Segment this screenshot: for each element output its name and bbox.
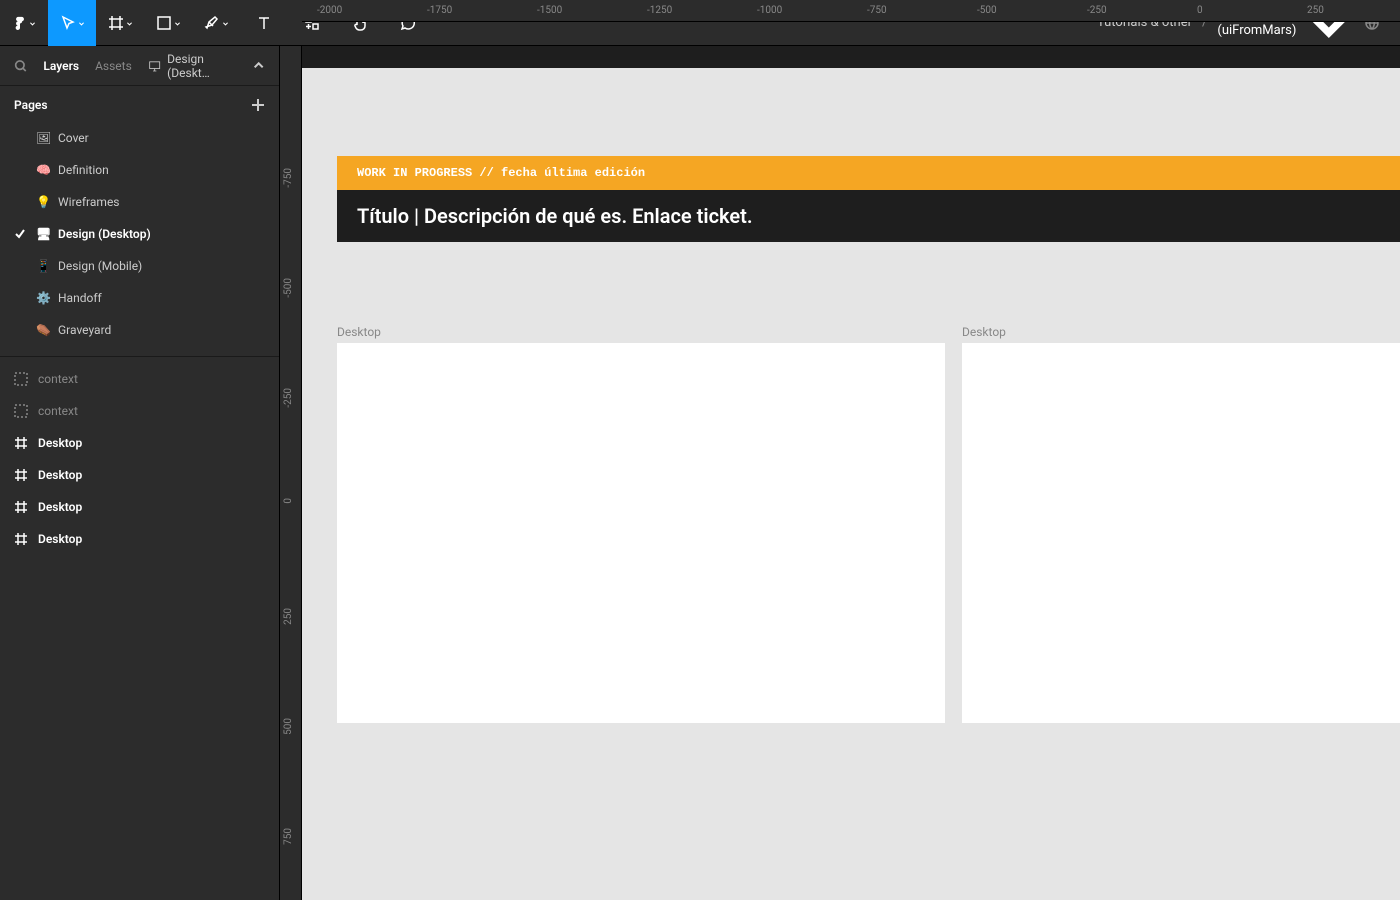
layer-desktop[interactable]: Desktop <box>0 491 279 523</box>
wip-banner: WORK IN PROGRESS // fecha última edición <box>337 156 1400 190</box>
tab-layers[interactable]: Layers <box>43 59 79 73</box>
move-tool[interactable] <box>48 0 96 46</box>
canvas[interactable]: WORK IN PROGRESS // fecha última edición… <box>302 68 1400 900</box>
cursor-icon <box>60 15 76 31</box>
frame-label[interactable]: Desktop <box>962 325 1006 339</box>
left-sidebar: Layers Assets Design (Deskt… Pages 🖼Cove… <box>0 46 280 900</box>
ruler-tick: 250 <box>283 608 294 625</box>
layers-list: context context Desktop Desktop Desktop … <box>0 357 279 555</box>
frame-tool[interactable] <box>96 0 144 46</box>
tab-assets[interactable]: Assets <box>95 59 132 73</box>
cover-icon: 🖼 <box>36 131 50 145</box>
frame-desktop[interactable] <box>337 343 945 723</box>
dashed-frame-icon <box>14 404 28 418</box>
ruler-tick: -1750 <box>427 5 452 16</box>
desktop-icon <box>148 59 161 73</box>
ruler-tick: 0 <box>1197 5 1203 16</box>
sidebar-tabs: Layers Assets Design (Deskt… <box>0 46 279 86</box>
ruler-tick: -1000 <box>757 5 782 16</box>
ruler-tick: -250 <box>1087 5 1107 16</box>
ruler-tick: -1250 <box>647 5 672 16</box>
shape-tool[interactable] <box>144 0 192 46</box>
page-wireframes[interactable]: 💡Wireframes <box>0 186 279 218</box>
ruler-tick: -250 <box>283 388 294 408</box>
ruler-tick: 750 <box>283 828 294 845</box>
text-tool[interactable] <box>240 0 288 46</box>
check-icon <box>14 228 26 240</box>
ruler-tick: -1500 <box>537 5 562 16</box>
desktop-icon: 🖥 <box>36 227 50 241</box>
ruler-tick: 0 <box>283 498 294 504</box>
dashed-frame-icon <box>14 372 28 386</box>
ruler-tick: 500 <box>283 718 294 735</box>
chevron-down-icon <box>126 20 133 27</box>
pages-list: 🖼Cover 🧠Definition 💡Wireframes 🖥Design (… <box>0 122 279 356</box>
ruler-tick: -500 <box>283 278 294 298</box>
pen-icon <box>204 15 220 31</box>
rectangle-icon <box>156 15 172 31</box>
page-cover[interactable]: 🖼Cover <box>0 122 279 154</box>
ruler-tick: 250 <box>1307 5 1324 16</box>
ruler-tick: -750 <box>867 5 887 16</box>
page-design-mobile[interactable]: 📱Design (Mobile) <box>0 250 279 282</box>
frame-icon <box>108 15 124 31</box>
layer-context[interactable]: context <box>0 395 279 427</box>
chevron-down-icon <box>78 20 85 27</box>
ruler-tick: -2000 <box>317 5 342 16</box>
header-banner: WORK IN PROGRESS // fecha última edición… <box>337 156 1400 242</box>
layer-context[interactable]: context <box>0 363 279 395</box>
page-graveyard[interactable]: ⚰️Graveyard <box>0 314 279 346</box>
chevron-up-icon <box>252 59 265 73</box>
page-handoff[interactable]: ⚙️Handoff <box>0 282 279 314</box>
frame-desktop[interactable] <box>962 343 1400 723</box>
canvas-area: -750 -500 -250 0 250 500 750 WORK IN PRO… <box>280 46 1400 900</box>
layer-desktop[interactable]: Desktop <box>0 459 279 491</box>
search-icon[interactable] <box>14 59 27 73</box>
pages-section-header: Pages <box>0 86 279 122</box>
frame-icon <box>14 532 28 546</box>
vertical-ruler: -750 -500 -250 0 250 500 750 <box>280 46 302 900</box>
layer-desktop[interactable]: Desktop <box>0 427 279 459</box>
frame-icon <box>14 500 28 514</box>
pages-title: Pages <box>14 98 48 112</box>
title-banner: Título | Descripción de qué es. Enlace t… <box>337 190 1400 242</box>
chevron-down-icon <box>222 20 229 27</box>
page-picker[interactable]: Design (Deskt… <box>148 52 265 80</box>
pen-tool[interactable] <box>192 0 240 46</box>
text-icon <box>256 15 272 31</box>
page-picker-label: Design (Deskt… <box>167 52 245 80</box>
layer-desktop[interactable]: Desktop <box>0 523 279 555</box>
bulb-icon: 💡 <box>36 195 50 209</box>
mobile-icon: 📱 <box>36 259 50 273</box>
ruler-tick: -750 <box>283 168 294 188</box>
gear-icon: ⚙️ <box>36 291 50 305</box>
horizontal-ruler: -2000 -1750 -1500 -1250 -1000 -750 -500 … <box>302 0 1400 22</box>
page-design-desktop[interactable]: 🖥Design (Desktop) <box>0 218 279 250</box>
frame-icon <box>14 468 28 482</box>
add-page-button[interactable] <box>251 98 265 112</box>
frame-icon <box>14 436 28 450</box>
chevron-down-icon <box>174 20 181 27</box>
ruler-tick: -500 <box>977 5 997 16</box>
figma-logo-icon <box>13 16 27 30</box>
figma-menu[interactable] <box>0 0 48 46</box>
brain-icon: 🧠 <box>36 163 50 177</box>
chevron-down-icon <box>29 20 36 27</box>
coffin-icon: ⚰️ <box>36 323 50 337</box>
page-definition[interactable]: 🧠Definition <box>0 154 279 186</box>
frame-label[interactable]: Desktop <box>337 325 381 339</box>
